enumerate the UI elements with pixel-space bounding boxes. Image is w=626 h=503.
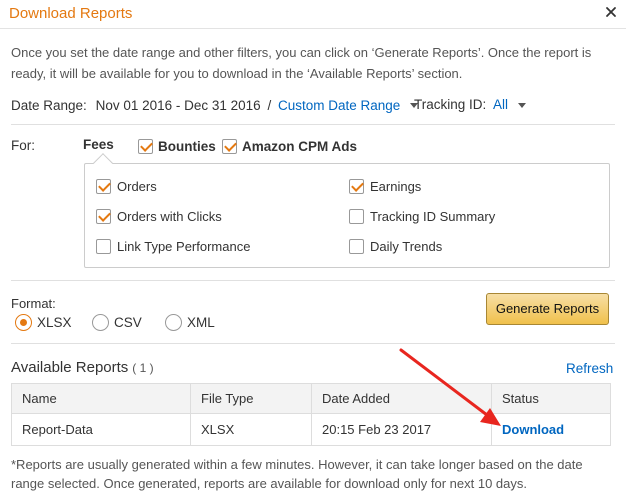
intro-text: Once you set the date range and other fi… — [11, 45, 592, 81]
tracking-id-summary-label: Tracking ID Summary — [370, 209, 496, 224]
custom-date-range-link[interactable]: Custom Date Range — [278, 98, 400, 113]
chevron-down-icon[interactable] — [517, 102, 526, 108]
xml-label: XML — [187, 315, 215, 330]
report-name-cell: Report-Data — [11, 413, 191, 446]
date-range-label: Date Range: — [11, 97, 87, 113]
link-type-performance-label: Link Type Performance — [117, 239, 251, 254]
cpm-ads-checkbox[interactable] — [222, 139, 237, 154]
orders-with-clicks-label: Orders with Clicks — [117, 209, 222, 224]
tracking-id-label: Tracking ID: — [414, 97, 487, 112]
report-status-cell: Download — [491, 413, 611, 446]
tracking-id-dropdown[interactable]: All — [493, 97, 508, 112]
table-header-row: Name File Type Date Added Status — [11, 383, 611, 414]
download-link[interactable]: Download — [502, 422, 564, 437]
option-link-type-performance[interactable]: Link Type Performance — [96, 236, 250, 254]
reports-table: Name File Type Date Added Status Report-… — [11, 383, 611, 446]
report-file-type-cell: XLSX — [190, 413, 312, 446]
generate-reports-button[interactable]: Generate Reports — [486, 293, 609, 325]
tab-fees[interactable]: Fees — [83, 137, 114, 152]
xlsx-radio[interactable] — [15, 314, 32, 331]
option-daily-trends[interactable]: Daily Trends — [349, 236, 442, 254]
available-reports-heading: Available Reports( 1 ) — [11, 359, 154, 376]
tracking-id-row: Tracking ID: All — [414, 97, 526, 112]
dialog-title: Download Reports — [9, 5, 133, 22]
close-icon[interactable] — [604, 5, 618, 19]
bounties-checkbox-group[interactable]: Bounties — [138, 136, 216, 154]
earnings-checkbox[interactable] — [349, 179, 364, 194]
tracking-id-summary-checkbox[interactable] — [349, 209, 364, 224]
bounties-label: Bounties — [158, 139, 216, 154]
footnote-text: *Reports are usually generated within a … — [11, 457, 583, 491]
earnings-label: Earnings — [370, 179, 422, 194]
column-header-name[interactable]: Name — [11, 383, 191, 414]
orders-with-clicks-checkbox[interactable] — [96, 209, 111, 224]
divider — [11, 124, 615, 125]
column-header-file-type[interactable]: File Type — [190, 383, 312, 414]
date-range-value: Nov 01 2016 - Dec 31 2016 — [95, 97, 261, 113]
available-reports-title: Available Reports — [11, 359, 129, 376]
format-label: Format: — [11, 296, 56, 311]
column-header-status[interactable]: Status — [491, 383, 611, 414]
cpm-ads-label: Amazon CPM Ads — [242, 139, 358, 154]
dialog-header: Download Reports — [0, 0, 626, 29]
divider — [11, 343, 615, 344]
table-row: Report-Data XLSX 20:15 Feb 23 2017 Downl… — [11, 413, 611, 446]
cpm-ads-checkbox-group[interactable]: Amazon CPM Ads — [222, 136, 357, 154]
option-earnings[interactable]: Earnings — [349, 176, 421, 194]
daily-trends-checkbox[interactable] — [349, 239, 364, 254]
link-type-performance-checkbox[interactable] — [96, 239, 111, 254]
bounties-checkbox[interactable] — [138, 139, 153, 154]
orders-label: Orders — [117, 179, 157, 194]
refresh-link[interactable]: Refresh — [566, 361, 613, 376]
csv-label: CSV — [114, 315, 142, 330]
column-header-date-added[interactable]: Date Added — [311, 383, 492, 414]
xlsx-label: XLSX — [37, 315, 72, 330]
option-orders[interactable]: Orders — [96, 176, 157, 194]
report-date-added-cell: 20:15 Feb 23 2017 — [311, 413, 492, 446]
format-xlsx-option[interactable]: XLSX — [15, 314, 72, 331]
format-csv-option[interactable]: CSV — [92, 314, 142, 331]
available-reports-count: ( 1 ) — [132, 361, 154, 375]
date-range-separator: / — [267, 97, 272, 113]
for-label: For: — [11, 138, 36, 153]
csv-radio[interactable] — [92, 314, 109, 331]
option-orders-with-clicks[interactable]: Orders with Clicks — [96, 206, 222, 224]
format-xml-option[interactable]: XML — [165, 314, 215, 331]
xml-radio[interactable] — [165, 314, 182, 331]
daily-trends-label: Daily Trends — [370, 239, 443, 254]
orders-checkbox[interactable] — [96, 179, 111, 194]
divider — [11, 280, 615, 281]
date-range-row: Date Range: Nov 01 2016 - Dec 31 2016 / … — [11, 97, 419, 115]
option-tracking-id-summary[interactable]: Tracking ID Summary — [349, 206, 495, 224]
